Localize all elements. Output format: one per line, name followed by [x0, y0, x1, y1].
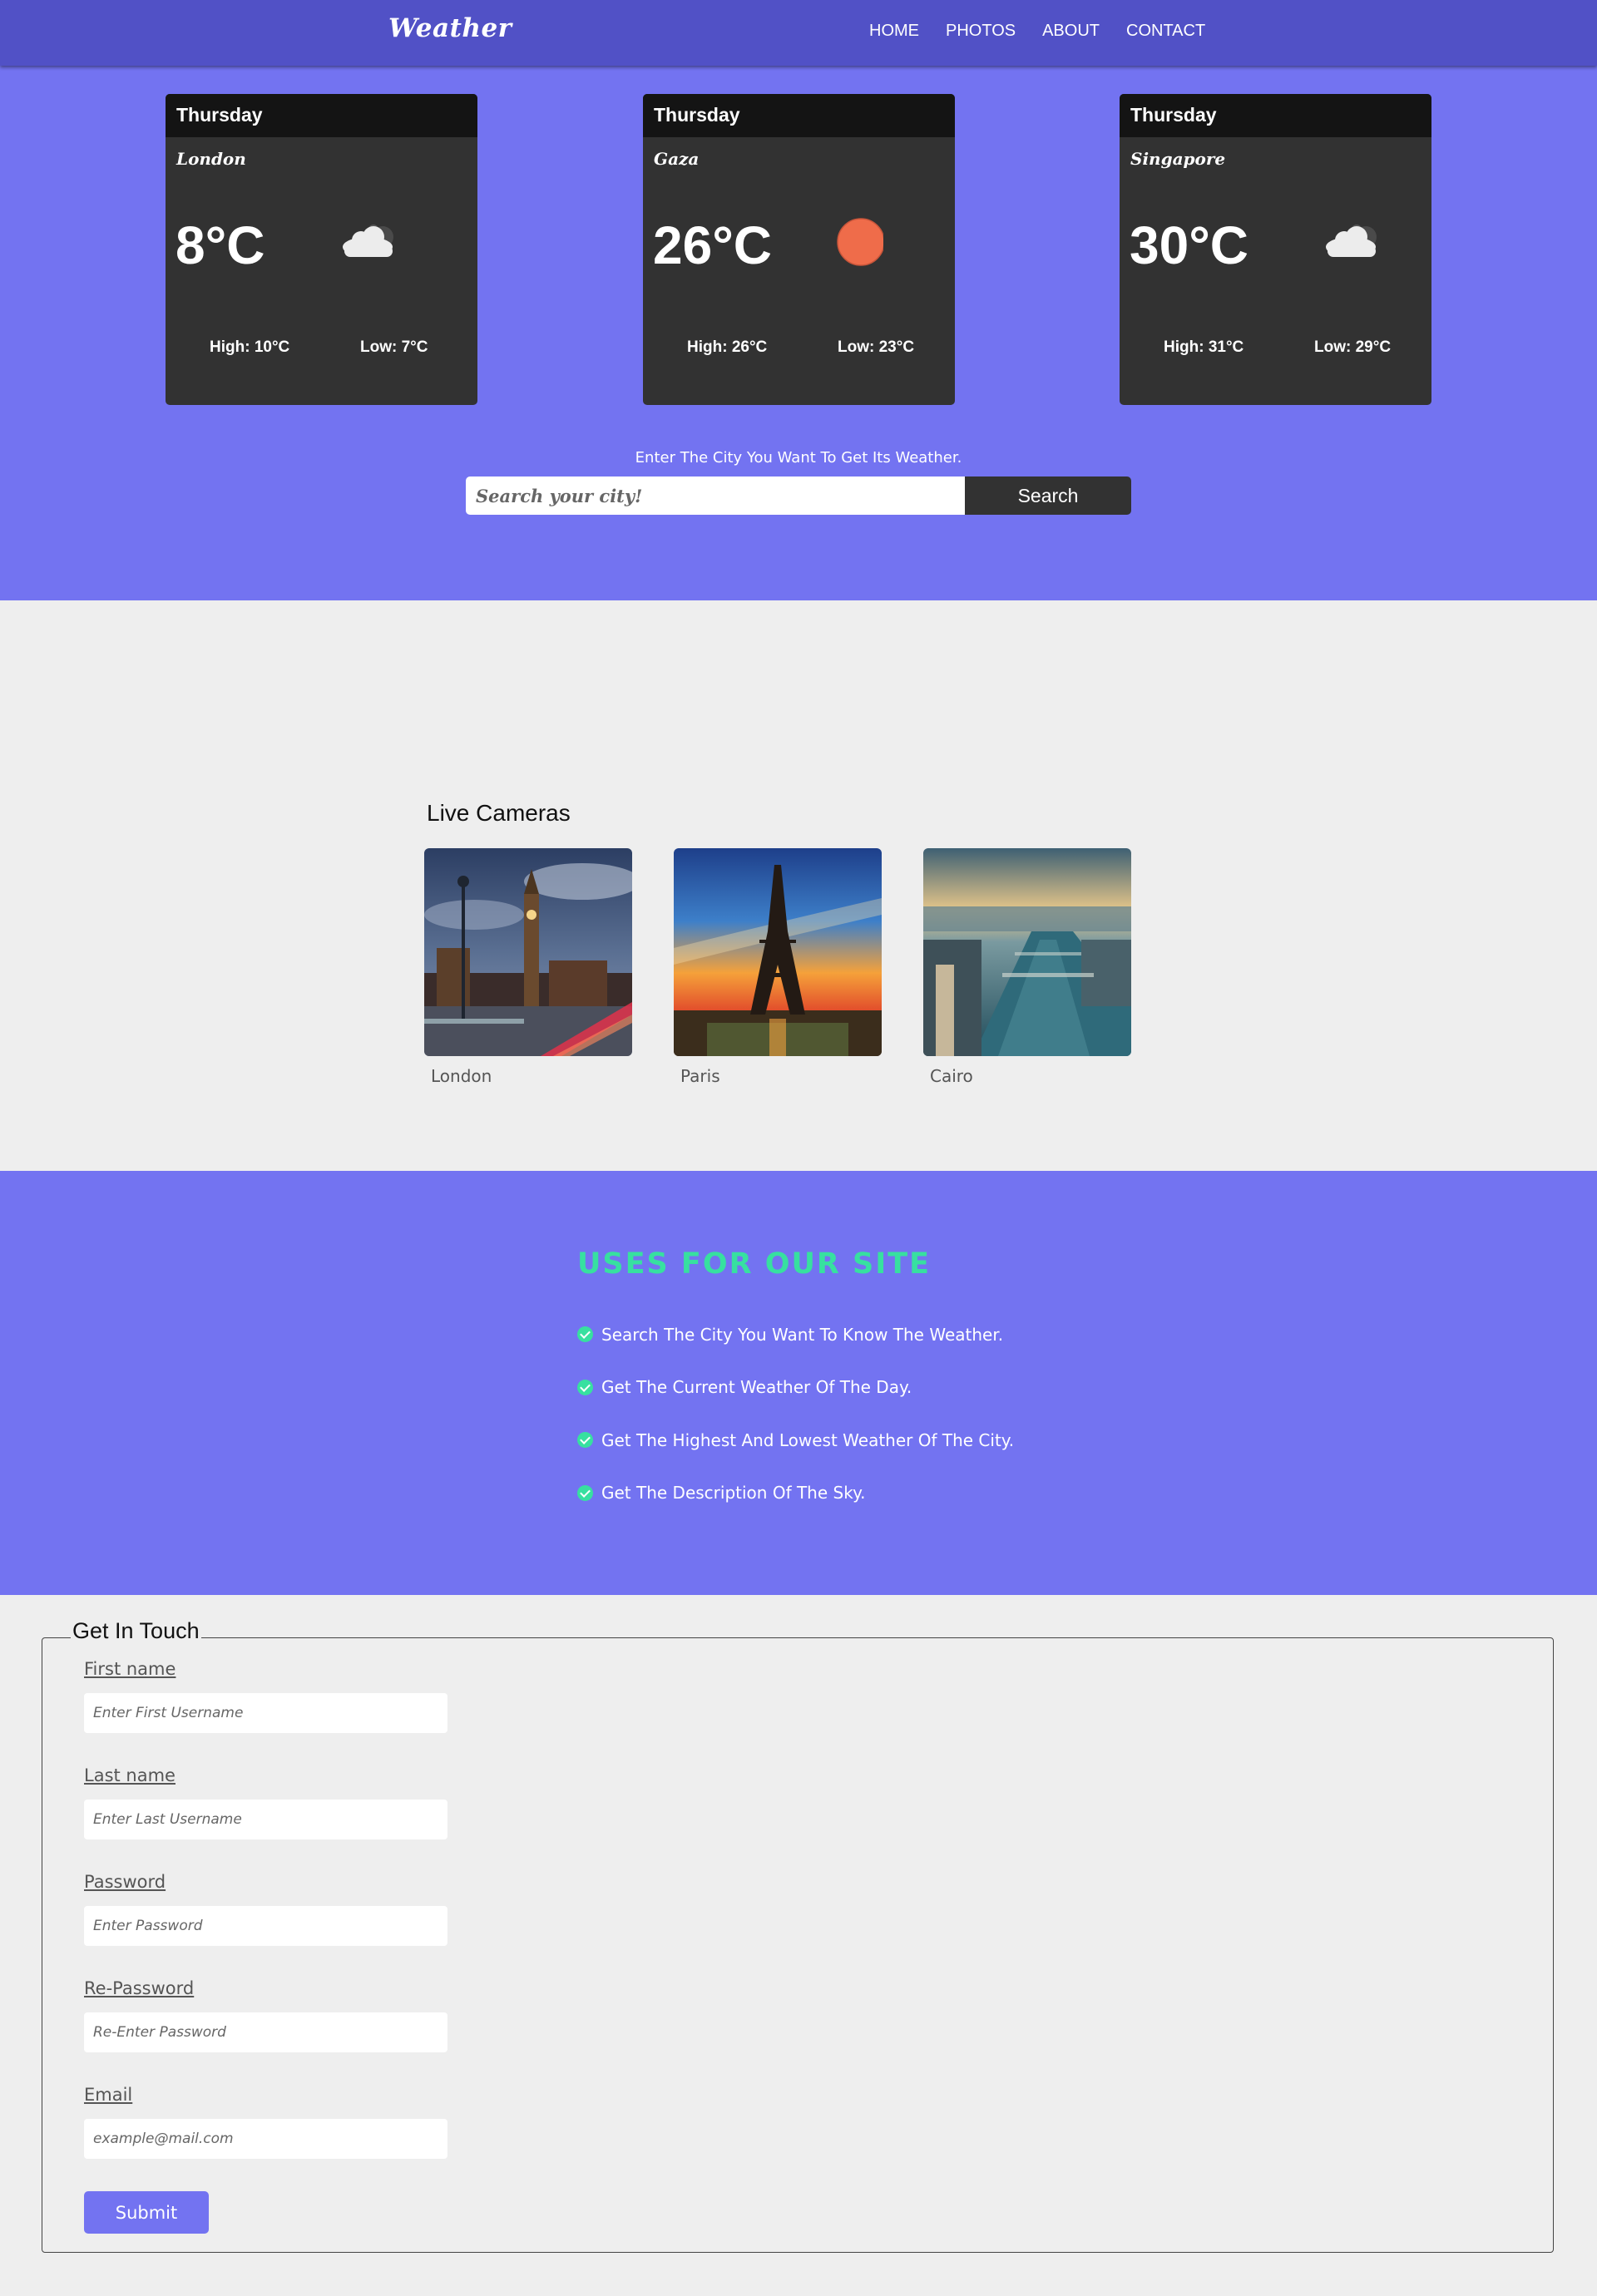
- uses-title: USES FOR OUR SITE: [577, 1247, 932, 1281]
- list-item: Get The Highest And Lowest Weather Of Th…: [577, 1414, 1014, 1467]
- email-field[interactable]: [84, 2119, 447, 2159]
- password-label: Password: [84, 1872, 166, 1892]
- last-name-label: Last name: [84, 1765, 176, 1785]
- last-name-field[interactable]: [84, 1800, 447, 1839]
- card-day: Thursday: [166, 94, 477, 137]
- camera-caption: Paris: [680, 1066, 720, 1086]
- card-city: London: [176, 149, 246, 169]
- card-temperature: 30°C: [1130, 215, 1248, 275]
- weather-hero: Thursday London 8°C High: 10°C Low: 7°C …: [0, 66, 1597, 600]
- card-temperature: 26°C: [653, 215, 772, 275]
- list-item: Get The Current Weather Of The Day.: [577, 1361, 1014, 1415]
- first-name-field[interactable]: [84, 1693, 447, 1733]
- nav-link-about[interactable]: ABOUT: [1042, 22, 1100, 41]
- uses-section: USES FOR OUR SITE Search The City You Wa…: [0, 1171, 1597, 1595]
- list-item: Search The City You Want To Know The Wea…: [577, 1308, 1014, 1361]
- navbar: Weather HOME PHOTOS ABOUT CONTACT: [0, 0, 1597, 66]
- use-text: Get The Current Weather Of The Day.: [601, 1377, 912, 1398]
- weather-card-singapore: Thursday Singapore 30°C High: 31°C Low: …: [1120, 94, 1431, 405]
- check-circle-icon: [577, 1432, 593, 1449]
- brand-logo[interactable]: Weather: [388, 13, 512, 43]
- nav-menu: HOME PHOTOS ABOUT CONTACT: [869, 22, 1232, 41]
- email-label: Email: [84, 2085, 133, 2105]
- card-city: Singapore: [1130, 149, 1226, 169]
- camera-caption: London: [431, 1066, 492, 1086]
- nav-link-contact[interactable]: CONTACT: [1126, 22, 1205, 41]
- cairo-camera-image[interactable]: [923, 848, 1131, 1056]
- card-high: High: 10°C: [210, 338, 290, 356]
- card-high: High: 31°C: [1164, 338, 1244, 356]
- camera-cairo[interactable]: Cairo: [923, 848, 1131, 1086]
- card-day: Thursday: [643, 94, 955, 137]
- partly-cloudy-icon: [343, 225, 393, 257]
- nav-link-home[interactable]: HOME: [869, 22, 919, 41]
- card-low: Low: 7°C: [360, 338, 428, 356]
- city-search-input[interactable]: [466, 476, 965, 515]
- paris-camera-image[interactable]: [674, 848, 882, 1056]
- card-low: Low: 29°C: [1314, 338, 1392, 356]
- check-circle-icon: [577, 1379, 593, 1395]
- london-camera-image[interactable]: [424, 848, 632, 1056]
- weather-card-london: Thursday London 8°C High: 10°C Low: 7°C: [166, 94, 477, 405]
- camera-caption: Cairo: [930, 1066, 973, 1086]
- partly-cloudy-icon: [1326, 225, 1377, 257]
- sun-icon: [837, 218, 883, 266]
- first-name-label: First name: [84, 1659, 176, 1679]
- use-text: Search The City You Want To Know The Wea…: [601, 1324, 1004, 1345]
- search-button[interactable]: Search: [965, 476, 1131, 515]
- card-high: High: 26°C: [687, 338, 768, 356]
- card-low: Low: 23°C: [838, 338, 915, 356]
- use-text: Get The Highest And Lowest Weather Of Th…: [601, 1429, 1015, 1450]
- re-password-field[interactable]: [84, 2012, 447, 2052]
- search-prompt: Enter The City You Want To Get Its Weath…: [635, 449, 962, 467]
- password-field[interactable]: [84, 1906, 447, 1946]
- re-password-label: Re-Password: [84, 1978, 195, 1998]
- camera-paris[interactable]: Paris: [674, 848, 882, 1086]
- check-circle-icon: [577, 1484, 593, 1501]
- nav-link-photos[interactable]: PHOTOS: [946, 22, 1016, 41]
- use-text: Get The Description Of The Sky.: [601, 1483, 866, 1504]
- card-day: Thursday: [1120, 94, 1431, 137]
- card-temperature: 8°C: [176, 215, 265, 275]
- submit-button[interactable]: Submit: [84, 2191, 209, 2234]
- live-cameras-title: Live Cameras: [427, 800, 571, 826]
- card-city: Gaza: [654, 149, 700, 169]
- uses-list: Search The City You Want To Know The Wea…: [577, 1308, 1014, 1519]
- contact-legend: Get In Touch: [71, 1618, 201, 1644]
- list-item: Get The Description Of The Sky.: [577, 1467, 1014, 1520]
- weather-card-gaza: Thursday Gaza 26°C High: 26°C Low: 23°C: [643, 94, 955, 405]
- check-circle-icon: [577, 1326, 593, 1343]
- camera-london[interactable]: London: [424, 848, 632, 1086]
